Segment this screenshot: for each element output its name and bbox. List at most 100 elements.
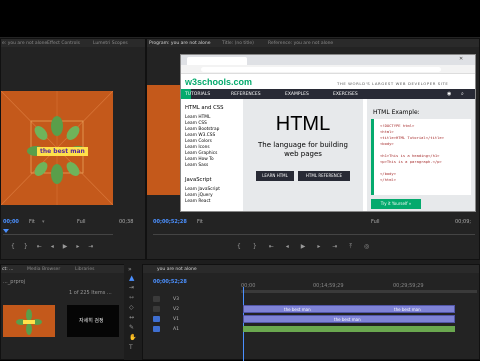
go-to-in-icon[interactable]: ⇤: [269, 243, 274, 251]
mark-out-icon[interactable]: }: [24, 243, 28, 251]
sidebar-link[interactable]: Learn HTML: [185, 115, 210, 120]
premiere-window: Learning Assembly Editing Color Effects …: [0, 0, 480, 361]
sidebar-link[interactable]: Learn How To: [185, 157, 214, 162]
w3-nav-examples[interactable]: EXAMPLES: [285, 92, 309, 97]
program-fit-dropdown[interactable]: Fit: [197, 220, 203, 225]
ruler-label-1: 00;14;59;29: [313, 283, 344, 289]
sidebar-link[interactable]: Learn Bootstrap: [185, 127, 219, 132]
try-it-yourself-button[interactable]: Try it Yourself »: [371, 199, 421, 209]
mark-out-icon[interactable]: }: [253, 243, 257, 251]
source-time-ruler[interactable]: [3, 229, 113, 235]
step-forward-icon[interactable]: ▸: [317, 243, 320, 251]
playhead-icon[interactable]: [3, 229, 9, 233]
track-select-tool-icon[interactable]: ⇥: [129, 284, 134, 291]
hero-subtitle-line1: The language for building: [258, 141, 348, 149]
globe-icon[interactable]: ◉: [447, 91, 451, 97]
razor-tool-icon[interactable]: ◇: [129, 304, 134, 311]
export-frame-icon[interactable]: ◎: [364, 243, 369, 251]
track-label-a1: A1: [173, 327, 179, 332]
sidebar-link[interactable]: Learn Sass: [185, 163, 208, 168]
pen-tool-icon[interactable]: ✎: [129, 324, 134, 331]
step-back-icon[interactable]: ◂: [286, 243, 289, 251]
go-to-out-icon[interactable]: ⇥: [88, 243, 93, 251]
w3-nav-exercises[interactable]: EXERCISES: [333, 92, 358, 97]
sidebar-heading-html-css: HTML and CSS: [185, 105, 224, 111]
tab-libraries[interactable]: Libraries: [75, 267, 94, 272]
mark-in-icon[interactable]: {: [237, 243, 241, 251]
sidebar-link[interactable]: Learn Colors: [185, 139, 212, 144]
project-thumbnail-1[interactable]: [3, 305, 55, 337]
learn-html-button[interactable]: LEARN HTML: [256, 171, 294, 181]
w3-tagline: THE WORLD'S LARGEST WEB DEVELOPER SITE: [337, 81, 449, 86]
source-tabrow: e: you are not alone Effect Controls Lum…: [1, 39, 145, 47]
tab-reference[interactable]: Reference: you are not alone: [268, 41, 333, 46]
w3-logo[interactable]: w3schools.com: [185, 77, 252, 87]
thumbnail-2-label: 자세히 검정: [79, 318, 104, 324]
close-icon[interactable]: ✕: [459, 57, 463, 62]
html-reference-button[interactable]: HTML REFERENCE: [298, 171, 350, 181]
tab-program[interactable]: Program: you are not alone: [149, 41, 211, 46]
sidebar-link[interactable]: Learn jQuery: [185, 193, 213, 198]
tab-media-browser[interactable]: Media Browser: [27, 267, 60, 272]
project-thumbnail-2[interactable]: 자세히 검정: [67, 305, 119, 337]
toggle-track-output-icon[interactable]: [153, 316, 160, 322]
tab-effect-controls[interactable]: Effect Controls: [47, 41, 80, 46]
search-icon[interactable]: ⌕: [461, 91, 464, 97]
program-video-edge: [147, 85, 181, 195]
tab-title[interactable]: Title: (no title): [222, 41, 254, 46]
source-fit-dropdown[interactable]: Fit: [29, 220, 35, 225]
source-duration: 00;38: [119, 219, 134, 225]
go-to-in-icon[interactable]: ⇤: [37, 243, 42, 251]
browser-urlbar: [181, 65, 475, 74]
tab-source[interactable]: e: you are not alone: [2, 41, 47, 46]
slip-tool-icon[interactable]: ↔: [129, 314, 134, 321]
timeline-timecode[interactable]: 00;00;52;28: [153, 279, 187, 285]
double-chevron-icon[interactable]: »: [128, 266, 132, 273]
timeline-clip[interactable]: the best man: [243, 315, 455, 323]
program-time-ruler[interactable]: [153, 229, 475, 235]
w3-nav-references[interactable]: REFERENCES: [231, 92, 261, 97]
timeline-clip[interactable]: the best man the best man: [243, 305, 455, 313]
chevron-down-icon[interactable]: ▾: [42, 220, 45, 225]
address-input[interactable]: [201, 67, 441, 72]
step-back-icon[interactable]: ◂: [51, 243, 54, 251]
lock-icon[interactable]: [153, 306, 160, 312]
code-line: <!DOCTYPE html>: [380, 123, 415, 128]
ripple-edit-tool-icon[interactable]: ⇿: [129, 294, 134, 301]
mark-in-icon[interactable]: {: [11, 243, 15, 251]
sidebar-link[interactable]: Learn Icons: [185, 145, 210, 150]
timeline-ruler[interactable]: [241, 290, 477, 293]
sidebar-link[interactable]: Learn Graphics: [185, 151, 217, 156]
tab-project[interactable]: ct: ...: [2, 267, 13, 272]
top-letterbox: [0, 0, 480, 37]
source-quality-dropdown[interactable]: Full: [77, 220, 86, 225]
lift-icon[interactable]: ⤒: [349, 243, 352, 251]
go-to-out-icon[interactable]: ⇥: [332, 243, 337, 251]
sidebar-link[interactable]: Learn W3.CSS: [185, 133, 215, 138]
sidebar-link[interactable]: Learn CSS: [185, 121, 207, 126]
clip-label: the best man: [394, 307, 421, 312]
program-timecode[interactable]: 00;00;52;28: [153, 219, 187, 225]
tab-sequence[interactable]: you are not alone: [157, 267, 197, 272]
step-forward-icon[interactable]: ▸: [76, 243, 79, 251]
audio-clip[interactable]: [243, 326, 455, 332]
source-timecode[interactable]: 00;00: [3, 219, 19, 225]
play-icon[interactable]: ▶: [63, 243, 68, 251]
hero-subtitle-line2: web pages: [284, 150, 322, 158]
sidebar-heading-javascript: JavaScript: [185, 177, 212, 183]
timeline-tabrow: you are not alone: [143, 265, 479, 273]
selection-tool-icon[interactable]: ▲: [129, 274, 134, 282]
tab-lumetri-scopes[interactable]: Lumetri Scopes: [93, 41, 128, 46]
w3-nav-tutorials[interactable]: TUTORIALS: [185, 92, 210, 97]
type-tool-icon[interactable]: T: [129, 344, 133, 351]
play-icon[interactable]: ▶: [301, 243, 306, 251]
browser-tab[interactable]: [187, 57, 247, 65]
toggle-track-output-icon[interactable]: [153, 326, 160, 332]
lock-icon[interactable]: [153, 296, 160, 302]
hand-tool-icon[interactable]: ✋: [129, 334, 136, 341]
track-label-v1: V1: [173, 317, 179, 322]
sidebar-link[interactable]: Learn JavaScript: [185, 187, 220, 192]
track-label-v3: V3: [173, 297, 179, 302]
program-quality-dropdown[interactable]: Full: [371, 220, 380, 225]
sidebar-link[interactable]: Learn React: [185, 199, 211, 204]
